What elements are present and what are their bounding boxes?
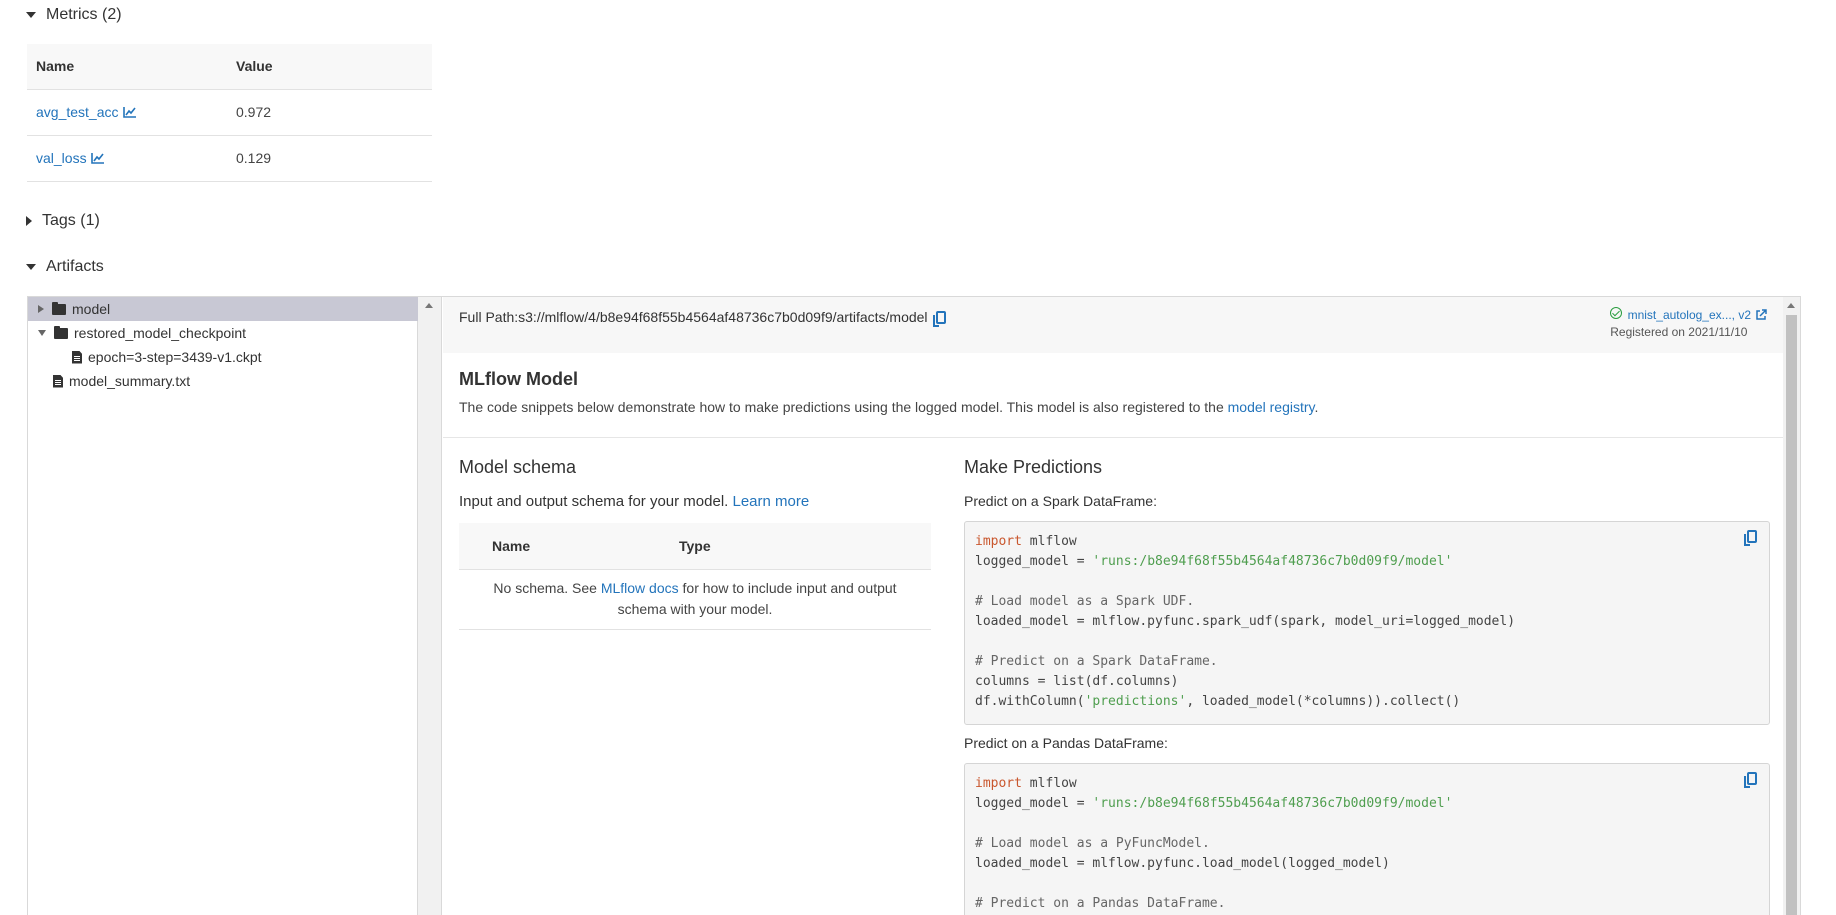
artifact-detail: Full Path:s3://mlflow/4/b8e94f68f55b4564… xyxy=(443,297,1783,915)
expand-right-icon[interactable] xyxy=(38,305,44,313)
model-schema-description: Input and output schema for your model. … xyxy=(459,493,809,510)
pandas-label: Predict on a Pandas DataFrame: xyxy=(964,735,1168,751)
metrics-header: Metrics (2) xyxy=(46,6,122,23)
metric-link-val-loss[interactable]: val_loss xyxy=(36,150,105,166)
check-circle-icon xyxy=(1610,307,1623,319)
table-row: val_loss 0.129 xyxy=(27,135,432,182)
schema-col-type: Type xyxy=(679,523,931,570)
code-comment: # Load model as a PyFuncModel. xyxy=(975,836,1210,851)
external-link-icon xyxy=(1755,309,1767,321)
tree-item-label: epoch=3-step=3439-v1.ckpt xyxy=(88,349,262,365)
copy-icon[interactable] xyxy=(1744,772,1757,789)
spark-code-snippet[interactable]: import mlflow logged_model = 'runs:/b8e9… xyxy=(964,521,1770,725)
code-string: 'runs:/b8e94f68f55b4564af48736c7b0d09f9/… xyxy=(1092,554,1453,569)
file-icon xyxy=(72,350,82,364)
caret-down-icon xyxy=(26,12,36,18)
metric-name: val_loss xyxy=(36,150,87,166)
mlflow-docs-link[interactable]: MLflow docs xyxy=(601,580,679,596)
code-text: columns = list(df.columns) xyxy=(975,674,1179,689)
tags-section-toggle[interactable]: Tags (1) xyxy=(26,212,100,230)
code-text: , loaded_model(*columns)).collect() xyxy=(1186,694,1461,709)
code-text: df.withColumn( xyxy=(975,694,1085,709)
caret-down-icon xyxy=(26,264,36,270)
tree-item-label: model xyxy=(72,301,111,317)
scroll-up-icon[interactable] xyxy=(425,303,433,308)
code-comment: # Predict on a Pandas DataFrame. xyxy=(975,896,1226,911)
tree-item-checkpoint-file[interactable]: epoch=3-step=3439-v1.ckpt xyxy=(28,345,418,369)
artifact-tree: model restored_model_checkpoint epoch=3-… xyxy=(28,297,418,915)
code-text: logged_model = xyxy=(975,796,1093,811)
artifacts-section-toggle[interactable]: Artifacts xyxy=(26,258,104,276)
code-string: 'predictions' xyxy=(1084,694,1187,709)
divider xyxy=(443,437,1783,438)
metric-name: avg_test_acc xyxy=(36,104,119,120)
code-string: 'runs:/b8e94f68f55b4564af48736c7b0d09f9/… xyxy=(1092,796,1453,811)
scroll-up-icon[interactable] xyxy=(1787,303,1795,308)
code-comment: # Load model as a Spark UDF. xyxy=(975,594,1195,609)
full-path: Full Path:s3://mlflow/4/b8e94f68f55b4564… xyxy=(459,309,946,327)
line-chart-icon xyxy=(90,152,105,164)
metric-link-avg-test-acc[interactable]: avg_test_acc xyxy=(36,104,137,120)
copy-icon[interactable] xyxy=(1744,530,1757,547)
tree-item-label: model_summary.txt xyxy=(69,373,191,389)
schema-desc-text: Input and output schema for your model. xyxy=(459,493,729,510)
model-schema-title: Model schema xyxy=(459,457,577,477)
folder-icon xyxy=(54,325,68,339)
registered-model-name: mnist_autolog_ex..., v2 xyxy=(1627,308,1751,322)
desc-text: The code snippets below demonstrate how … xyxy=(459,399,1228,415)
tree-item-model-summary[interactable]: model_summary.txt xyxy=(28,369,418,393)
full-path-value: s3://mlflow/4/b8e94f68f55b4564af48736c7b… xyxy=(518,309,928,325)
code-text: mlflow xyxy=(1021,776,1077,791)
file-icon xyxy=(53,374,63,388)
artifacts-panel: model restored_model_checkpoint epoch=3-… xyxy=(27,296,1801,915)
registered-on: Registered on 2021/11/10 xyxy=(1610,325,1748,339)
registered-model-link[interactable]: mnist_autolog_ex..., v2 xyxy=(1628,308,1767,322)
spark-label: Predict on a Spark DataFrame: xyxy=(964,493,1157,509)
schema-empty-message: No schema. See MLflow docs for how to in… xyxy=(459,569,931,630)
caret-right-icon xyxy=(26,216,32,226)
tree-item-label: restored_model_checkpoint xyxy=(74,325,246,341)
detail-scrollbar[interactable] xyxy=(1783,297,1800,915)
artifacts-header: Artifacts xyxy=(46,258,104,275)
tree-item-model[interactable]: model xyxy=(28,297,418,321)
schema-table: Name Type No schema. See MLflow docs for… xyxy=(459,523,931,630)
metrics-col-value[interactable]: Value xyxy=(227,44,432,90)
empty-prefix: No schema. See xyxy=(493,580,601,596)
registration-info: mnist_autolog_ex..., v2 Registered on 20… xyxy=(1610,307,1767,339)
copy-icon[interactable] xyxy=(932,310,946,327)
tags-header: Tags (1) xyxy=(42,212,100,229)
table-row: No schema. See MLflow docs for how to in… xyxy=(459,569,931,630)
mlflow-model-description: The code snippets below demonstrate how … xyxy=(459,399,1318,415)
line-chart-icon xyxy=(122,106,137,118)
tree-scrollbar[interactable] xyxy=(418,297,442,915)
metrics-table: Name Value avg_test_acc 0.972 val_loss 0… xyxy=(27,44,432,182)
schema-col-name: Name xyxy=(459,523,679,570)
desc-suffix: . xyxy=(1314,399,1319,415)
model-registry-link[interactable]: model registry xyxy=(1228,399,1315,415)
learn-more-link[interactable]: Learn more xyxy=(733,493,810,510)
code-comment: # Predict on a Spark DataFrame. xyxy=(975,654,1218,669)
code-keyword: import xyxy=(975,534,1022,549)
full-path-label: Full Path: xyxy=(459,309,519,325)
code-text: logged_model = xyxy=(975,554,1093,569)
code-keyword: import xyxy=(975,776,1022,791)
tree-item-restored-model-checkpoint[interactable]: restored_model_checkpoint xyxy=(28,321,418,345)
detail-header: Full Path:s3://mlflow/4/b8e94f68f55b4564… xyxy=(443,297,1783,353)
code-text: mlflow xyxy=(1021,534,1077,549)
table-row: avg_test_acc 0.972 xyxy=(27,89,432,136)
metrics-section-toggle[interactable]: Metrics (2) xyxy=(26,6,122,24)
pandas-code-snippet[interactable]: import mlflow logged_model = 'runs:/b8e9… xyxy=(964,763,1770,915)
mlflow-model-title: MLflow Model xyxy=(459,369,578,389)
code-text: loaded_model = mlflow.pyfunc.spark_udf(s… xyxy=(975,614,1516,629)
make-predictions-title: Make Predictions xyxy=(964,457,1103,477)
metric-value: 0.972 xyxy=(227,89,432,136)
code-text: loaded_model = mlflow.pyfunc.load_model(… xyxy=(975,856,1390,871)
scrollbar-thumb[interactable] xyxy=(1786,315,1797,915)
expand-down-icon[interactable] xyxy=(38,330,46,336)
metrics-col-name[interactable]: Name xyxy=(27,44,227,90)
metric-value: 0.129 xyxy=(227,135,432,182)
folder-icon xyxy=(52,301,66,315)
